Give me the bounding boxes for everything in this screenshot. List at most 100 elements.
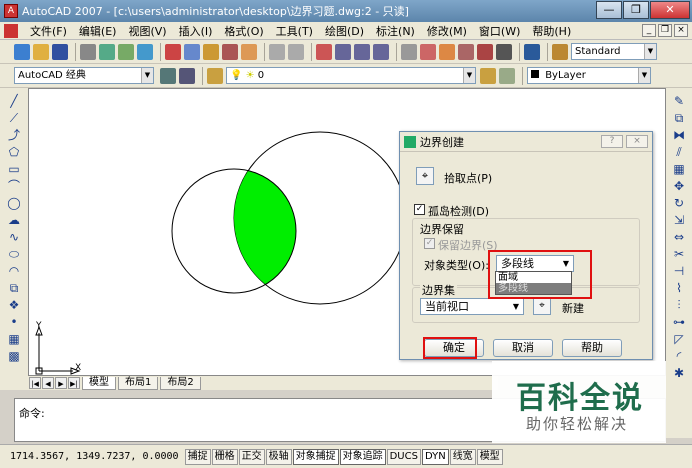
zoom-realtime-icon[interactable] (335, 43, 351, 60)
offset-icon[interactable]: ⫽ (672, 145, 686, 160)
ortho-toggle[interactable]: 正交 (238, 448, 265, 465)
menu-draw[interactable]: 绘图(D) (319, 23, 370, 39)
help-icon[interactable] (524, 43, 540, 60)
copy-object-icon[interactable]: ⧉ (672, 111, 686, 126)
menu-file[interactable]: 文件(F) (24, 23, 73, 39)
join-icon[interactable]: ⊶ (672, 315, 686, 330)
doc-close-button[interactable]: × (674, 24, 688, 37)
first-tab-button[interactable]: |◀ (29, 377, 41, 389)
fillet-icon[interactable]: ◜ (672, 349, 686, 364)
rotate-icon[interactable]: ↻ (672, 196, 686, 211)
text-style-select[interactable]: Standard ▼ (571, 43, 657, 60)
insert-block-icon[interactable]: ⧉ (7, 281, 21, 296)
layer-select[interactable]: 💡 ☀ 0 ▼ (226, 67, 476, 84)
line-icon[interactable]: ╱ (7, 94, 21, 109)
ellipse-arc-icon[interactable]: ◠ (7, 264, 21, 279)
trim-icon[interactable]: ✂ (672, 247, 686, 262)
sheet-set-icon[interactable] (458, 43, 474, 60)
match-properties-icon[interactable] (222, 43, 238, 60)
next-tab-button[interactable]: ▶ (55, 377, 67, 389)
ellipse-icon[interactable]: ⬭ (7, 247, 21, 262)
cut-icon[interactable] (165, 43, 181, 60)
plot-preview-icon[interactable] (99, 43, 115, 60)
new-boundary-set-button[interactable]: ⌖ (533, 297, 551, 315)
make-block-icon[interactable]: ❖ (7, 298, 21, 313)
zoom-window-icon[interactable] (354, 43, 370, 60)
point-icon[interactable]: • (7, 315, 21, 330)
menu-help[interactable]: 帮助(H) (526, 23, 577, 39)
doc-restore-button[interactable]: ❐ (658, 24, 672, 37)
ducs-toggle[interactable]: DUCS (386, 448, 421, 465)
calculator-icon[interactable] (496, 43, 512, 60)
menu-view[interactable]: 视图(V) (122, 23, 172, 39)
erase-icon[interactable]: ✎ (672, 94, 686, 109)
chamfer-icon[interactable]: ◸ (672, 332, 686, 347)
menu-edit[interactable]: 编辑(E) (73, 23, 123, 39)
menu-modify[interactable]: 修改(M) (421, 23, 473, 39)
mirror-icon[interactable]: ⧓ (672, 128, 686, 143)
zoom-previous-icon[interactable] (373, 43, 389, 60)
redo-icon[interactable] (288, 43, 304, 60)
dialog-close-button[interactable]: × (626, 135, 648, 148)
arc-icon[interactable]: ⌒ (7, 179, 21, 194)
dyn-toggle[interactable]: DYN (421, 448, 449, 465)
maximize-button[interactable]: ❐ (623, 1, 649, 19)
prev-tab-button[interactable]: ◀ (42, 377, 54, 389)
break-at-point-icon[interactable]: ⌇ (672, 281, 686, 296)
lineweight-toggle[interactable]: 线宽 (449, 448, 476, 465)
publish-icon[interactable] (118, 43, 134, 60)
menu-format[interactable]: 格式(O) (218, 23, 269, 39)
osnap-toggle[interactable]: 对象捕捉 (292, 448, 339, 465)
circle-icon[interactable]: ◯ (7, 196, 21, 211)
scale-icon[interactable]: ⇲ (672, 213, 686, 228)
tab-layout1[interactable]: 布局1 (118, 376, 159, 390)
last-tab-button[interactable]: ▶| (68, 377, 80, 389)
new-file-icon[interactable] (14, 43, 30, 60)
menu-tools[interactable]: 工具(T) (270, 23, 319, 39)
tool-palettes-icon[interactable] (439, 43, 455, 60)
otrack-toggle[interactable]: 对象追踪 (339, 448, 386, 465)
polar-toggle[interactable]: 极轴 (265, 448, 292, 465)
gradient-icon[interactable]: ▩ (7, 349, 21, 364)
workspace-save-icon[interactable] (179, 67, 195, 84)
polyline-icon[interactable]: ⤴ (7, 128, 21, 143)
layer-manager-icon[interactable] (207, 67, 223, 84)
minimize-button[interactable]: — (596, 1, 622, 19)
extend-icon[interactable]: ⊣ (672, 264, 686, 279)
island-detection-checkbox[interactable]: ✓ (414, 204, 425, 215)
3d-dwf-icon[interactable] (137, 43, 153, 60)
polygon-icon[interactable]: ⬠ (7, 145, 21, 160)
break-icon[interactable]: ⫶ (672, 298, 686, 313)
hatch-icon[interactable]: ▦ (7, 332, 21, 347)
cancel-button[interactable]: 取消 (493, 339, 553, 357)
workspace-select[interactable]: AutoCAD 经典 ▼ (14, 67, 154, 84)
model-toggle[interactable]: 模型 (476, 448, 503, 465)
menu-insert[interactable]: 插入(I) (173, 23, 219, 39)
markup-icon[interactable] (477, 43, 493, 60)
stretch-icon[interactable]: ⇔ (672, 230, 686, 245)
snap-toggle[interactable]: 捕捉 (184, 448, 211, 465)
open-folder-icon[interactable] (33, 43, 49, 60)
workspace-settings-icon[interactable] (160, 67, 176, 84)
paste-icon[interactable] (203, 43, 219, 60)
tab-layout2[interactable]: 布局2 (160, 376, 201, 390)
properties-icon[interactable] (401, 43, 417, 60)
pan-icon[interactable] (316, 43, 332, 60)
move-icon[interactable]: ✥ (672, 179, 686, 194)
block-editor-icon[interactable] (241, 43, 257, 60)
retain-boundaries-checkbox[interactable]: ✓ (424, 238, 435, 249)
menu-dimension[interactable]: 标注(N) (370, 23, 421, 39)
dialog-help-button[interactable]: ? (601, 135, 623, 148)
pick-points-button[interactable]: ⌖ (416, 167, 434, 185)
construction-line-icon[interactable]: ⟋ (7, 111, 21, 126)
grid-toggle[interactable]: 栅格 (211, 448, 238, 465)
revision-cloud-icon[interactable]: ☁ (7, 213, 21, 228)
rectangle-icon[interactable]: ▭ (7, 162, 21, 177)
doc-minimize-button[interactable]: _ (642, 24, 656, 37)
menu-window[interactable]: 窗口(W) (473, 23, 526, 39)
layer-previous-icon[interactable] (499, 67, 515, 84)
undo-icon[interactable] (269, 43, 285, 60)
save-icon[interactable] (52, 43, 68, 60)
make-current-layer-icon[interactable] (480, 67, 496, 84)
spline-icon[interactable]: ∿ (7, 230, 21, 245)
